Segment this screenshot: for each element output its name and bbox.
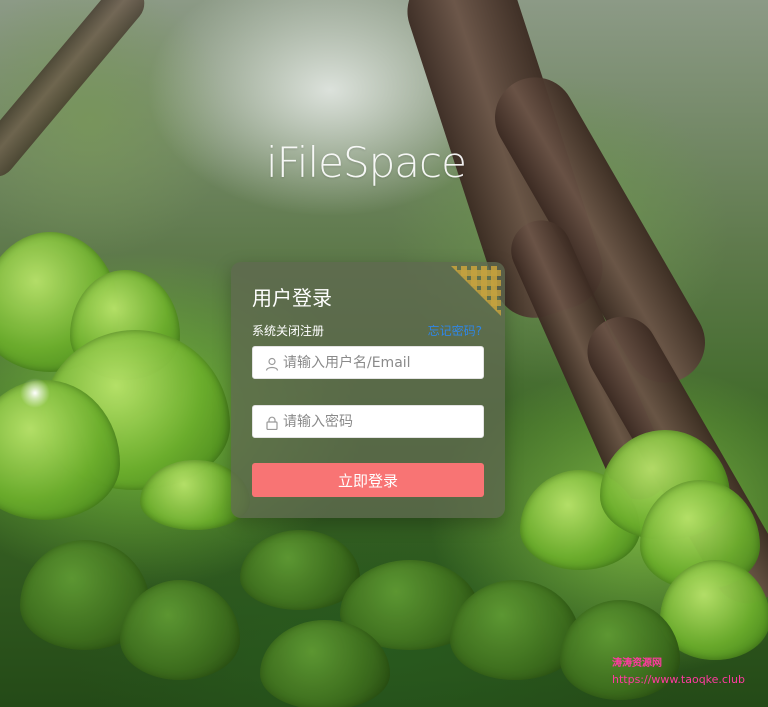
qr-code-icon[interactable] [451,266,501,316]
watermark-text: 涛涛资源网 [612,658,662,669]
login-panel: 用户登录 系统关闭注册 忘记密码? 立即登录 [231,262,505,518]
username-field[interactable] [252,346,484,379]
register-closed-note: 系统关闭注册 [252,324,325,338]
lock-icon [265,415,279,431]
login-button[interactable]: 立即登录 [252,463,484,497]
password-field[interactable] [252,405,484,438]
user-icon [265,356,279,371]
watermark-url: https://www.taoqke.club [612,673,745,686]
username-input[interactable] [283,347,479,378]
sun-flare [20,378,50,408]
password-input[interactable] [283,406,479,437]
login-title: 用户登录 [252,286,332,310]
brand-logo: iFileSpace [266,138,467,187]
forgot-password-link[interactable]: 忘记密码? [428,322,482,339]
login-subheader: 系统关闭注册 忘记密码? [252,322,482,340]
watermark: 涛涛资源网 https://www.taoqke.club [612,656,768,688]
